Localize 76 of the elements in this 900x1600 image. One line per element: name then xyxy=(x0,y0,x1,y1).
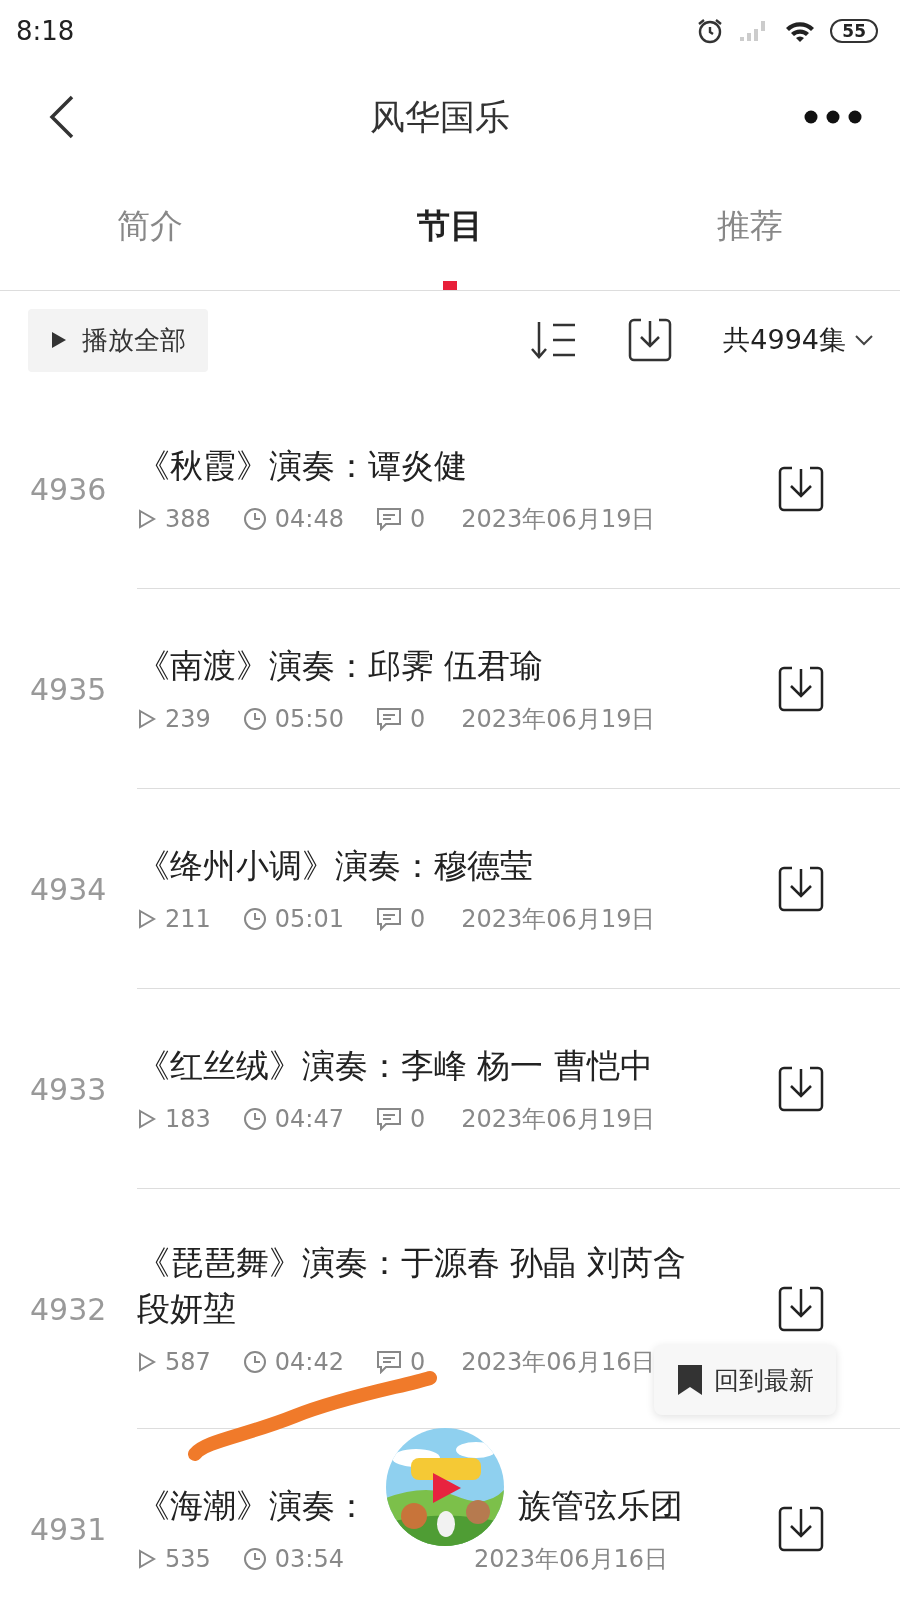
play-icon xyxy=(50,330,68,350)
episode-date: 2023年06月19日 xyxy=(461,1103,656,1135)
episode-count[interactable]: 共4994集 xyxy=(723,322,874,358)
comment-count: 0 xyxy=(410,1104,426,1133)
download-icon[interactable] xyxy=(777,864,825,913)
download-icon[interactable] xyxy=(777,1504,825,1553)
play-count-icon xyxy=(137,1547,157,1570)
play-count: 239 xyxy=(165,704,211,733)
play-count-icon xyxy=(137,507,157,530)
back-icon[interactable] xyxy=(48,95,76,139)
episode-number: 4934 xyxy=(29,871,108,907)
play-count: 388 xyxy=(165,504,211,533)
episode-title[interactable]: 族管弦乐团 xyxy=(518,1482,683,1529)
episode-date: 2023年06月19日 xyxy=(461,703,656,735)
play-count-icon xyxy=(137,707,157,730)
download-icon[interactable] xyxy=(777,664,825,713)
clock-icon xyxy=(242,1546,267,1571)
episode-date: 2023年06月19日 xyxy=(461,903,656,935)
download-icon[interactable] xyxy=(777,1284,825,1333)
chevron-icon xyxy=(854,334,874,346)
episode-number: 4932 xyxy=(29,1291,108,1327)
duration: 04:47 xyxy=(274,1104,344,1133)
tab-indicator xyxy=(443,281,457,290)
tab[interactable]: 推荐 xyxy=(717,204,783,249)
comment-count: 0 xyxy=(410,504,426,533)
episode-date: 2023年06月19日 xyxy=(461,503,656,535)
comment-icon xyxy=(376,506,402,531)
play-count: 535 xyxy=(165,1544,211,1573)
bookmark-icon xyxy=(676,1363,704,1397)
comment-icon xyxy=(376,906,402,931)
play-count: 211 xyxy=(165,904,211,933)
duration: 04:48 xyxy=(274,504,344,533)
clock-icon xyxy=(242,1349,267,1374)
play-count-icon xyxy=(137,1350,157,1373)
episode-title[interactable]: 《红丝绒》演奏：李峰 杨一 曹恺中 xyxy=(137,1042,717,1089)
clock-icon xyxy=(242,906,267,931)
tab[interactable]: 节目 xyxy=(417,204,483,249)
play-count-icon xyxy=(137,907,157,930)
download-icon[interactable] xyxy=(777,464,825,513)
episode-number: 4933 xyxy=(29,1071,108,1107)
episode-title[interactable]: 《海潮》演奏： xyxy=(137,1482,368,1529)
tab[interactable]: 简介 xyxy=(117,204,183,249)
more-icon[interactable] xyxy=(804,110,862,124)
clock-icon xyxy=(242,1106,267,1131)
duration: 03:54 xyxy=(274,1544,344,1573)
episode-date: 2023年06月16日 xyxy=(474,1543,669,1575)
duration: 05:01 xyxy=(274,904,344,933)
sort-icon[interactable] xyxy=(531,320,578,360)
download-icon[interactable] xyxy=(777,1064,825,1113)
battery-indicator: 55 xyxy=(830,19,878,43)
episode-title[interactable]: 《琵琶舞》演奏：于源春 孙晶 刘芮含段妍堃 xyxy=(137,1239,717,1332)
comment-icon xyxy=(376,1349,402,1374)
comment-count: 0 xyxy=(410,704,426,733)
episode-number: 4935 xyxy=(29,671,108,707)
comment-count: 0 xyxy=(410,1347,426,1376)
comment-icon xyxy=(376,1106,402,1131)
page-title: 风华国乐 xyxy=(370,95,510,139)
download-icon[interactable] xyxy=(627,317,674,363)
episode-number: 4936 xyxy=(29,471,108,507)
comment-count: 0 xyxy=(410,904,426,933)
back-to-latest-button[interactable]: 回到最新 xyxy=(654,1345,836,1415)
comment-icon xyxy=(376,706,402,731)
play-all-button[interactable]: 播放全部 xyxy=(28,308,208,372)
clock-icon xyxy=(242,506,267,531)
episode-title[interactable]: 《秋霞》演奏：谭炎健 xyxy=(137,442,717,489)
episode-number: 4931 xyxy=(29,1511,108,1547)
episode-date: 2023年06月16日 xyxy=(461,1346,656,1378)
clock-icon xyxy=(242,706,267,731)
play-count-icon xyxy=(137,1107,157,1130)
play-count: 183 xyxy=(165,1104,211,1133)
duration: 04:42 xyxy=(274,1347,344,1376)
episode-title[interactable]: 《绛州小调》演奏：穆德莹 xyxy=(137,842,717,889)
status-time: 8:18 xyxy=(16,16,75,46)
play-count: 587 xyxy=(165,1347,211,1376)
episode-title[interactable]: 《南渡》演奏：邱霁 伍君瑜 xyxy=(137,642,717,689)
duration: 05:50 xyxy=(274,704,344,733)
